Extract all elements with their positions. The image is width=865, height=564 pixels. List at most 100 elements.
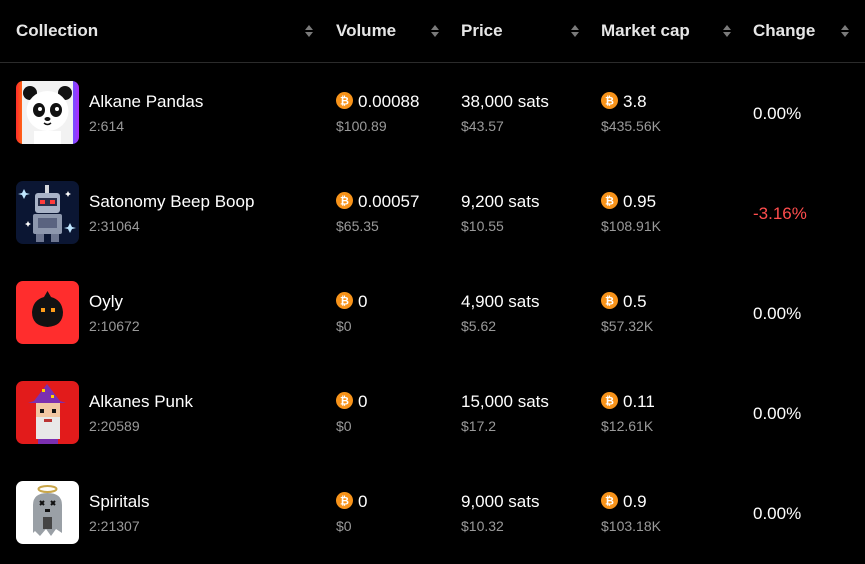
collection-name[interactable]: Alkane Pandas [89,92,203,112]
volume-btc-value: 0 [358,492,368,511]
bitcoin-icon: ₿ [601,392,618,409]
market-cap-btc-value: 3.8 [623,92,647,111]
volume-btc: ₿ 0 [336,492,367,512]
change-value: 0.00% [753,504,802,523]
market-cap-btc: ₿ 3.8 [601,92,647,112]
sort-arrows-icon[interactable] [840,23,850,39]
volume-btc: ₿ 0 [336,292,367,312]
svg-text:₿: ₿ [605,495,614,508]
table-row[interactable]: Alkane Pandas 2:614 ₿ 0.00088 $100.89 38,… [0,63,865,163]
column-header-volume[interactable]: Volume [336,0,396,62]
svg-text:₿: ₿ [340,295,349,308]
market-cap-usd: $103.18K [601,518,661,534]
collection-id: 2:614 [89,118,125,134]
market-cap-btc: ₿ 0.5 [601,292,647,312]
price-sats: 9,000 sats [461,492,540,511]
volume-usd: $0 [336,418,352,434]
table-row[interactable]: Satonomy Beep Boop 2:31064 ₿ 0.00057 $65.… [0,163,865,263]
table-row[interactable]: Oyly 2:10672 ₿ 0 $0 4,900 sats $5.62 ₿ 0.5… [0,263,865,363]
volume-btc-value: 0 [358,392,368,411]
change-value: 0.00% [753,304,802,323]
collection-name[interactable]: Oyly [89,292,123,312]
market-cap-usd: $57.32K [601,318,654,334]
market-cap-btc: ₿ 0.9 [601,492,647,512]
collection-name[interactable]: Alkanes Punk [89,392,193,412]
volume-btc-value: 0.00057 [358,192,420,211]
column-header-label: Price [461,21,503,40]
volume-usd: $65.35 [336,218,379,234]
market-cap-usd: $12.61K [601,418,654,434]
volume-btc: ₿ 0 [336,392,367,412]
column-header-collection[interactable]: Collection [16,0,98,62]
collection-id: 2:10672 [89,318,140,334]
volume-usd: $0 [336,318,352,334]
price-sats: 38,000 sats [461,92,549,111]
table-header: Collection Volume Price Market cap Chang… [0,0,865,63]
column-header-market-cap[interactable]: Market cap [601,0,690,62]
blob-avatar-icon [16,281,79,344]
column-header-label: Change [753,21,816,40]
collection-id: 2:20589 [89,418,140,434]
svg-text:₿: ₿ [340,195,349,208]
bitcoin-icon: ₿ [336,292,353,309]
price-sats: 9,200 sats [461,192,540,211]
collection-id: 2:21307 [89,518,140,534]
collection-name[interactable]: Satonomy Beep Boop [89,192,254,212]
market-cap-usd: $108.91K [601,218,661,234]
collections-table: Collection Volume Price Market cap Chang… [0,0,865,564]
wizard-avatar-icon [16,381,79,444]
column-header-price[interactable]: Price [461,0,503,62]
bitcoin-icon: ₿ [336,392,353,409]
sort-arrows-icon[interactable] [304,23,314,39]
table-row[interactable]: Alkanes Punk 2:20589 ₿ 0 $0 15,000 sats $… [0,363,865,463]
market-cap-btc-value: 0.9 [623,492,647,511]
column-header-label: Collection [16,21,99,40]
volume-btc: ₿ 0.00088 [336,92,419,112]
svg-text:₿: ₿ [605,395,614,408]
sort-arrows-icon[interactable] [430,23,440,39]
svg-text:₿: ₿ [605,295,614,308]
market-cap-btc-value: 0.95 [623,192,657,211]
column-header-change[interactable]: Change [753,0,815,62]
price-usd: $43.57 [461,118,504,134]
svg-text:₿: ₿ [340,395,349,408]
price-usd: $10.55 [461,218,504,234]
price-usd: $5.62 [461,318,497,334]
change-value: 0.00% [753,104,802,123]
market-cap-btc: ₿ 0.11 [601,392,655,412]
robot-avatar-icon [16,181,79,244]
bitcoin-icon: ₿ [601,192,618,209]
sort-arrows-icon[interactable] [570,23,580,39]
svg-text:₿: ₿ [605,95,614,108]
column-header-label: Market cap [601,21,690,40]
bitcoin-icon: ₿ [601,492,618,509]
market-cap-btc-value: 0.5 [623,292,647,311]
ghost-avatar-icon [16,481,79,544]
bitcoin-icon: ₿ [601,292,618,309]
market-cap-usd: $435.56K [601,118,661,134]
table-row[interactable]: Spiritals 2:21307 ₿ 0 $0 9,000 sats $10.3… [0,463,865,563]
sort-arrows-icon[interactable] [722,23,732,39]
svg-text:₿: ₿ [340,495,349,508]
column-header-label: Volume [336,21,397,40]
bitcoin-icon: ₿ [601,92,618,109]
volume-btc-value: 0.00088 [358,92,420,111]
svg-text:₿: ₿ [340,95,349,108]
market-cap-btc-value: 0.11 [623,392,655,411]
volume-usd: $100.89 [336,118,387,134]
price-usd: $17.2 [461,418,497,434]
bitcoin-icon: ₿ [336,192,353,209]
collection-id: 2:31064 [89,218,140,234]
change-value: 0.00% [753,404,802,423]
collection-name[interactable]: Spiritals [89,492,149,512]
volume-btc: ₿ 0.00057 [336,192,419,212]
panda-avatar-icon [16,81,79,144]
price-usd: $10.32 [461,518,504,534]
volume-usd: $0 [336,518,352,534]
change-value: -3.16% [753,204,807,223]
bitcoin-icon: ₿ [336,92,353,109]
price-sats: 4,900 sats [461,292,540,311]
volume-btc-value: 0 [358,292,368,311]
bitcoin-icon: ₿ [336,492,353,509]
market-cap-btc: ₿ 0.95 [601,192,656,212]
